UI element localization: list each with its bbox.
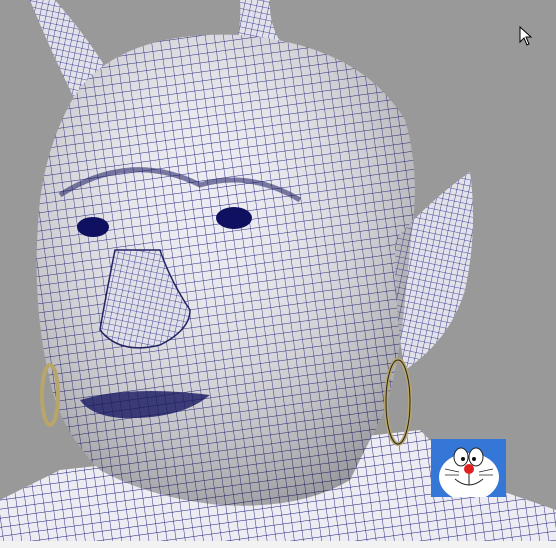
viewport-bottom-edge <box>0 541 556 548</box>
thumbnail-overlay[interactable] <box>431 439 506 497</box>
arrow-cursor-icon <box>519 26 533 46</box>
left-eye <box>77 217 109 237</box>
cartoon-cat-face-icon <box>431 439 506 497</box>
3d-viewport[interactable] <box>0 0 556 548</box>
right-eye <box>216 207 252 229</box>
